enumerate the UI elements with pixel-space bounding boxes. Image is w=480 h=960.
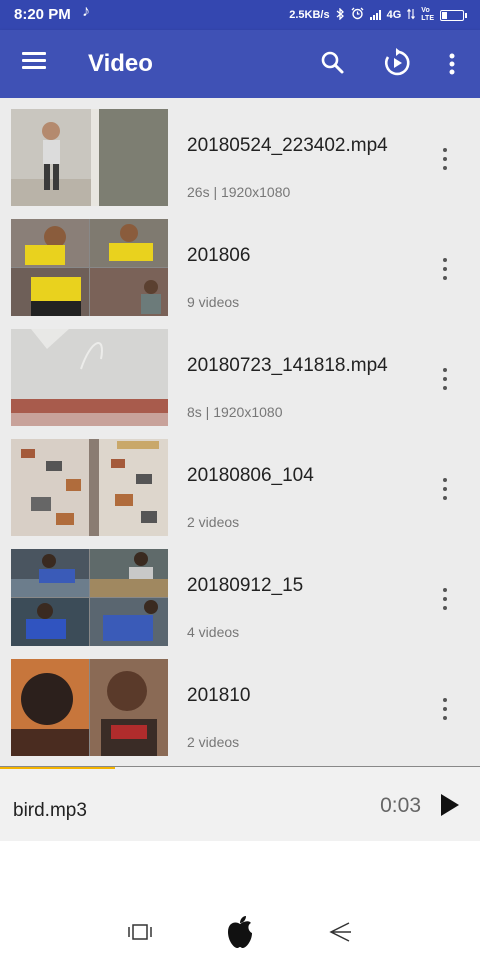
list-item[interactable]: 20180806_104 2 videos xyxy=(0,428,480,538)
item-more-icon[interactable] xyxy=(435,256,455,282)
item-more-icon[interactable] xyxy=(435,696,455,722)
signal-icon xyxy=(369,10,381,20)
item-more-icon[interactable] xyxy=(435,146,455,172)
more-vert-icon[interactable] xyxy=(442,52,462,76)
battery-icon xyxy=(440,9,467,21)
list-item[interactable]: 20180524_223402.mp4 26s | 1920x1080 xyxy=(0,98,480,208)
back-icon[interactable] xyxy=(328,921,352,943)
item-subtitle: 26s | 1920x1080 xyxy=(187,184,291,200)
item-more-icon[interactable] xyxy=(435,476,455,502)
item-title: 201810 xyxy=(187,685,251,706)
status-bar: 8:20 PM ♪ 2.5KB/s 4G Vo LTE xyxy=(0,0,480,30)
menu-icon[interactable] xyxy=(22,52,46,70)
data-arrows-icon xyxy=(407,8,416,23)
video-list: 20180524_223402.mp4 26s | 1920x1080 2018… xyxy=(0,98,480,766)
alarm-icon xyxy=(351,7,364,23)
folder-thumbnail xyxy=(11,439,168,536)
replay-icon[interactable] xyxy=(382,48,412,78)
folder-thumbnail xyxy=(11,659,168,756)
video-thumbnail xyxy=(11,329,168,426)
net-speed: 2.5KB/s xyxy=(289,9,330,21)
folder-thumbnail xyxy=(11,549,168,646)
video-thumbnail xyxy=(11,109,168,206)
page-title: Video xyxy=(88,50,153,77)
folder-thumbnail xyxy=(11,219,168,316)
item-subtitle: 8s | 1920x1080 xyxy=(187,404,283,420)
item-subtitle: 2 videos xyxy=(187,734,240,750)
item-subtitle: 9 videos xyxy=(187,294,240,310)
music-note-icon: ♪ xyxy=(82,3,90,20)
item-title: 201806 xyxy=(187,245,251,266)
search-icon[interactable] xyxy=(320,50,346,76)
list-item[interactable]: 20180912_15 4 videos xyxy=(0,538,480,648)
mini-player[interactable]: bird.mp3 0:03 xyxy=(0,766,480,842)
list-item[interactable]: 201810 2 videos xyxy=(0,648,480,758)
play-icon[interactable] xyxy=(440,793,460,817)
list-item[interactable]: 201806 9 videos xyxy=(0,208,480,318)
bluetooth-icon xyxy=(336,6,345,23)
battery-fill xyxy=(442,11,447,19)
home-apple-icon[interactable] xyxy=(226,915,254,949)
app-bar: Video xyxy=(0,30,480,98)
list-item[interactable]: 20180723_141818.mp4 8s | 1920x1080 xyxy=(0,318,480,428)
playback-time: 0:03 xyxy=(380,794,421,817)
volte-bottom: LTE xyxy=(421,15,434,22)
recents-icon[interactable] xyxy=(128,924,152,940)
item-more-icon[interactable] xyxy=(435,366,455,392)
item-title: 20180723_141818.mp4 xyxy=(187,355,388,376)
playback-progress[interactable] xyxy=(0,767,116,769)
system-nav-bar xyxy=(0,905,480,960)
status-icons: 2.5KB/s 4G Vo LTE xyxy=(289,6,467,23)
empty-area xyxy=(0,841,480,905)
item-title: 20180806_104 xyxy=(187,465,314,486)
volte-top: Vo xyxy=(421,7,430,14)
item-title: 20180524_223402.mp4 xyxy=(187,135,388,156)
track-name: bird.mp3 xyxy=(13,800,87,821)
network-type: 4G xyxy=(386,9,402,21)
volte-indicator: Vo LTE xyxy=(421,7,434,23)
item-subtitle: 2 videos xyxy=(187,514,240,530)
item-more-icon[interactable] xyxy=(435,586,455,612)
status-time: 8:20 PM xyxy=(14,6,71,23)
item-title: 20180912_15 xyxy=(187,575,304,596)
item-subtitle: 4 videos xyxy=(187,624,240,640)
